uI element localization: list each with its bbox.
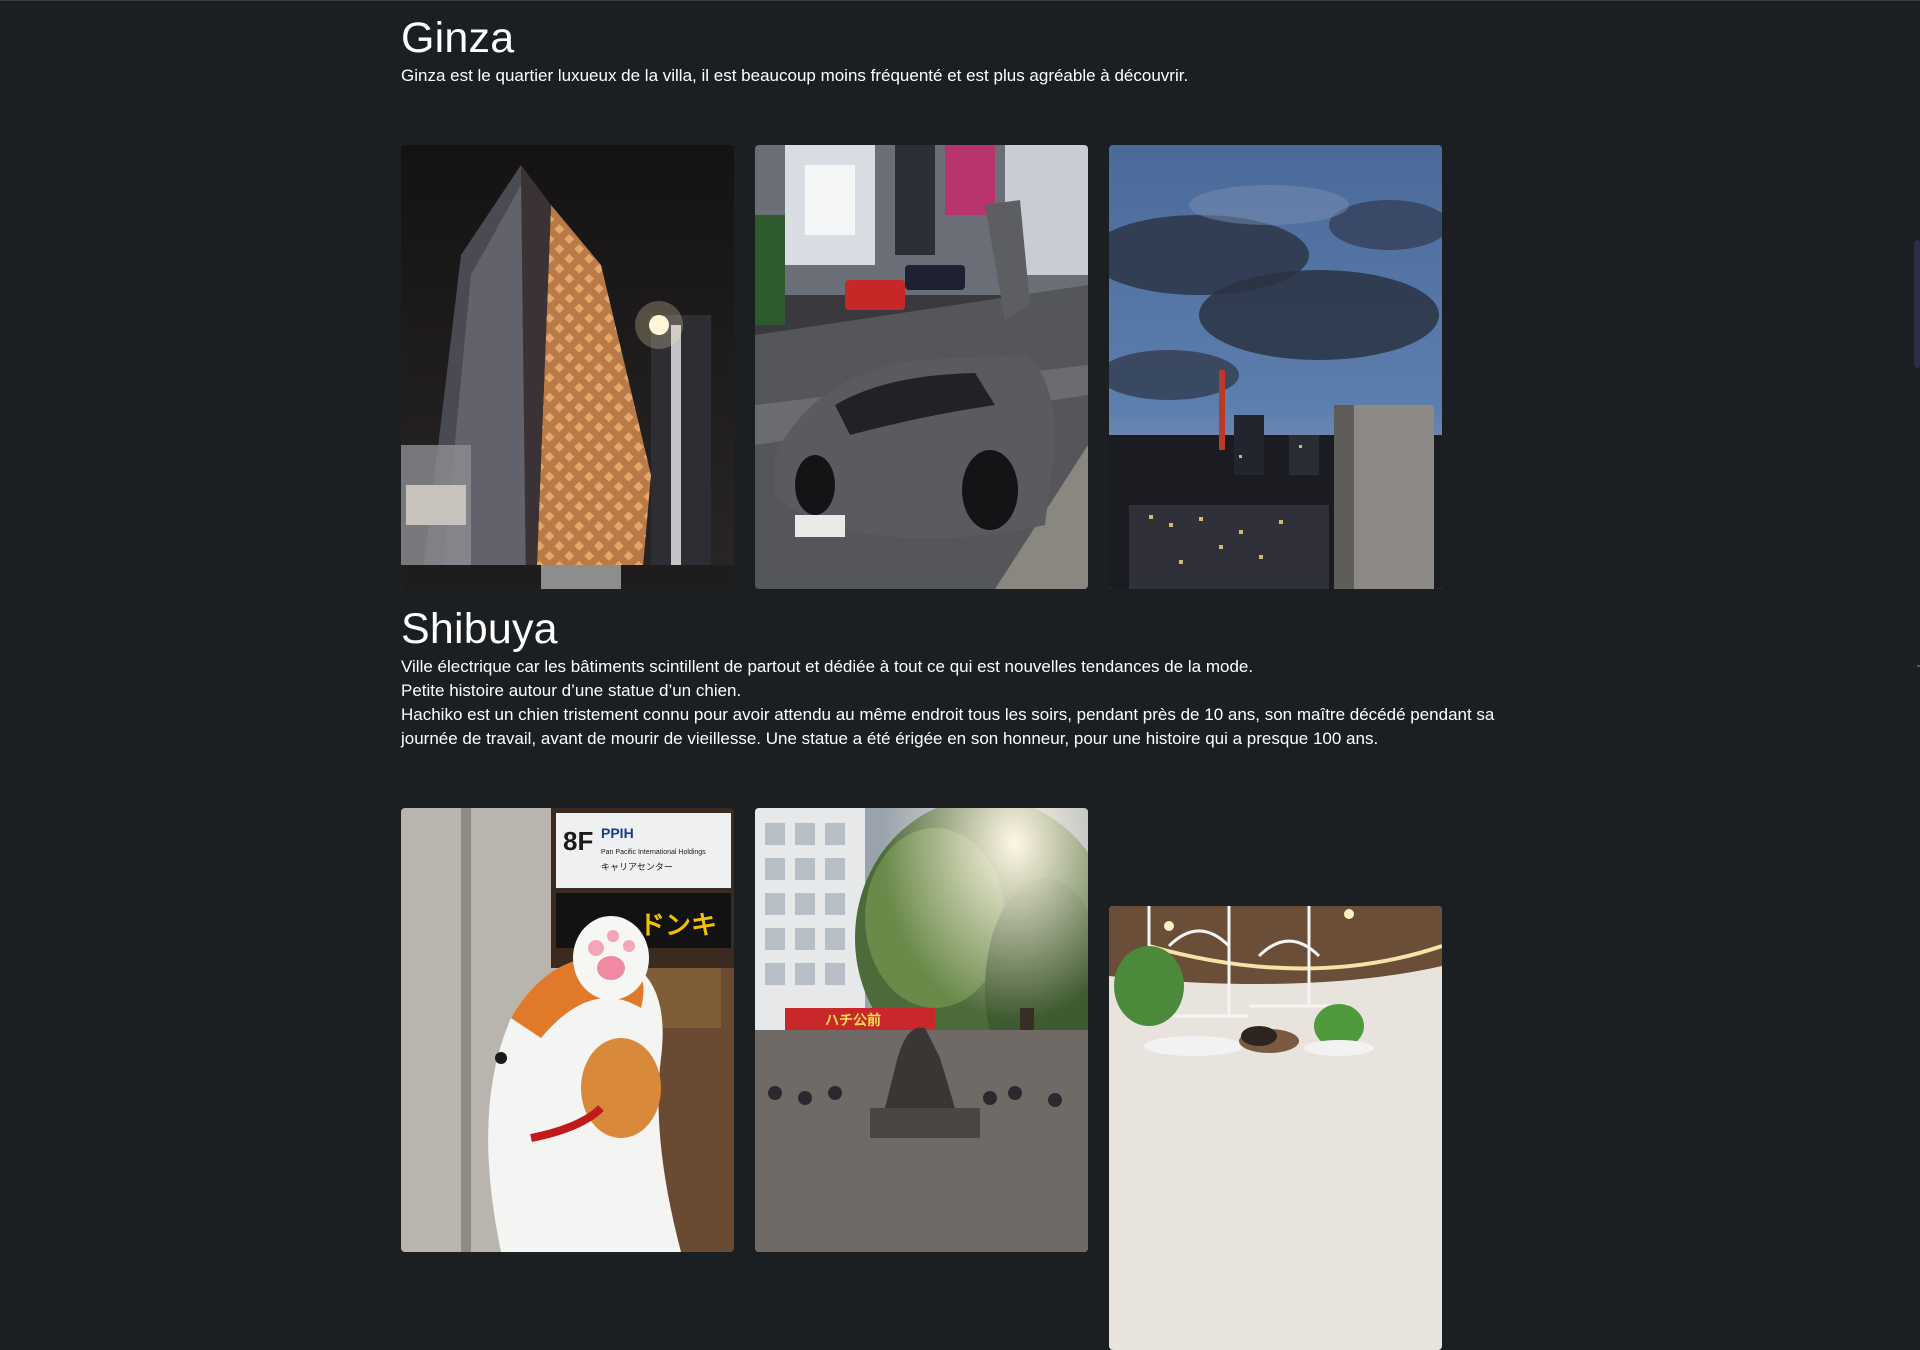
paragraph: Hachiko est un chien tristement connu po…: [401, 705, 1495, 748]
scrollbar-thumb[interactable]: [1914, 240, 1920, 368]
photo-dog-figurine[interactable]: 8F PPIH Pan Pacific International Holdin…: [401, 808, 734, 1252]
section-description: Ville électrique car les bâtiments scint…: [401, 655, 1521, 751]
paragraph: Petite histoire autour d’une statue d’un…: [401, 681, 742, 700]
store-sign-text: ドンキ: [639, 911, 717, 941]
paragraph: Ginza est le quartier luxueux de la vill…: [401, 66, 1189, 85]
photo-city-skyline[interactable]: [1109, 145, 1442, 589]
sign-brand-text: PPIH: [601, 825, 634, 841]
photo-illuminated-building[interactable]: [401, 145, 734, 589]
sign-floor-text: 8F: [563, 826, 593, 856]
section-title: Shibuya: [401, 605, 558, 653]
hachiko-sign-text: ハチ公前: [825, 1012, 881, 1029]
section-description: Ginza est le quartier luxueux de la vill…: [401, 64, 1521, 88]
photo-cat-cafe[interactable]: [1109, 906, 1442, 1350]
top-border: [0, 0, 1920, 1]
sign-jp-text: キャリアセンター: [601, 862, 673, 873]
paragraph: Ville électrique car les bâtiments scint…: [401, 657, 1254, 676]
photo-hachiko-statue[interactable]: ハチ公前: [755, 808, 1088, 1252]
sign-sub-text: Pan Pacific International Holdings: [601, 849, 706, 856]
photo-sports-car[interactable]: [755, 145, 1088, 589]
section-title: Ginza: [401, 14, 515, 62]
